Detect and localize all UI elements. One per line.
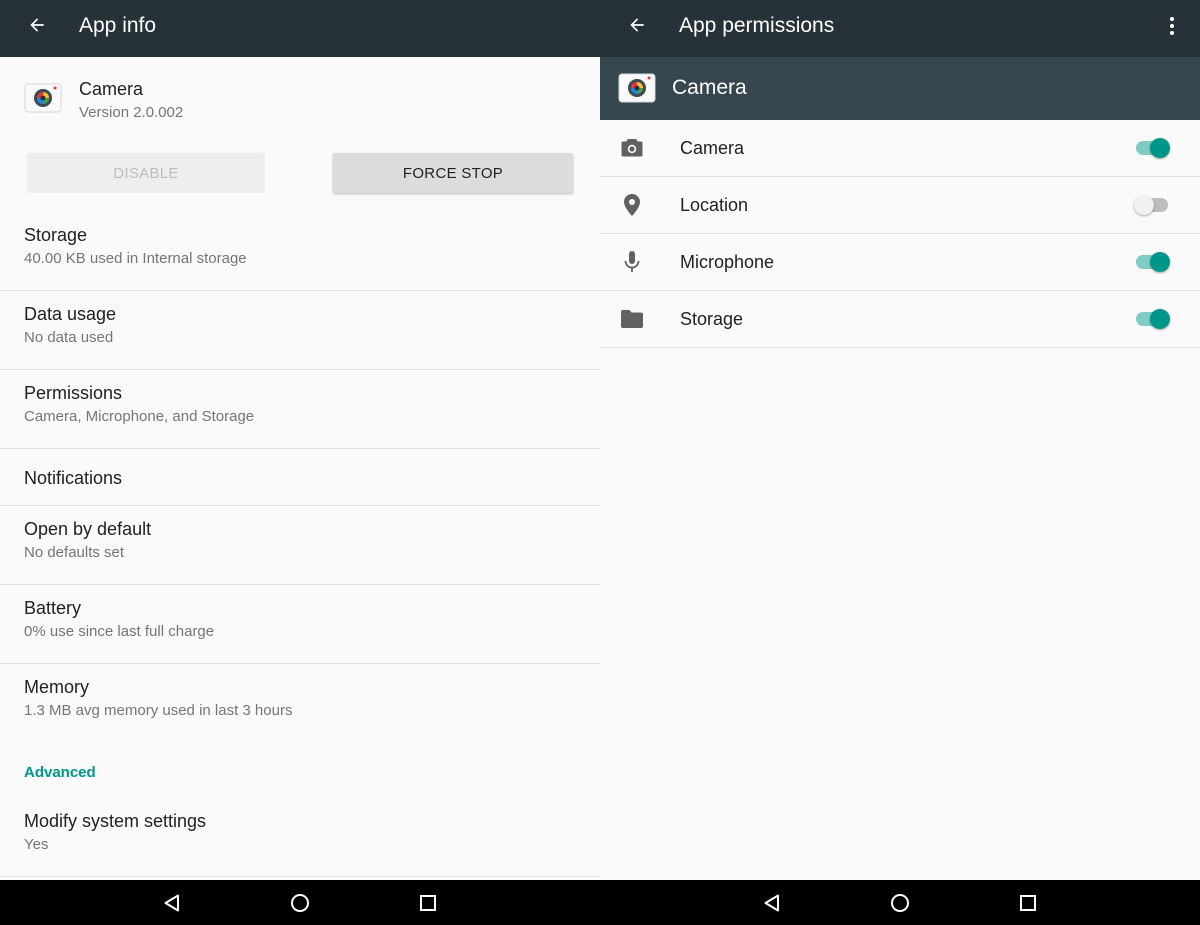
nav-back-triangle-icon bbox=[764, 894, 779, 912]
arrow-back-icon bbox=[30, 18, 44, 32]
permission-toggle-microphone[interactable] bbox=[1136, 252, 1172, 272]
permission-label: Camera bbox=[680, 138, 745, 158]
setting-subtitle: 0% use since last full charge bbox=[24, 623, 215, 640]
app-permissions-appbar: App permissions bbox=[600, 0, 1200, 57]
toggle-thumb bbox=[1150, 309, 1170, 329]
disable-button[interactable]: DISABLE bbox=[27, 153, 265, 193]
setting-title: Open by default bbox=[24, 519, 152, 539]
app-version: Version 2.0.002 bbox=[79, 104, 184, 121]
setting-subtitle: 1.3 MB avg memory used in last 3 hours bbox=[24, 702, 293, 719]
setting-storage[interactable]: Storage 40.00 KB used in Internal storag… bbox=[0, 212, 600, 291]
overflow-menu-button[interactable] bbox=[1162, 12, 1182, 40]
toggle-thumb bbox=[1150, 138, 1170, 158]
camera-app-icon bbox=[24, 83, 62, 113]
permission-row-location[interactable]: Location bbox=[600, 177, 1200, 234]
setting-title: Notifications bbox=[24, 468, 123, 488]
setting-subtitle: Yes bbox=[24, 836, 49, 853]
app-info-screen: App info Camera Version 2.0.002 DISABLE … bbox=[0, 0, 600, 880]
force-stop-button[interactable]: FORCE STOP bbox=[333, 153, 573, 193]
setting-battery[interactable]: Battery 0% use since last full charge bbox=[0, 585, 600, 664]
setting-subtitle: No data used bbox=[24, 329, 114, 346]
setting-title: Permissions bbox=[24, 383, 123, 403]
setting-title: Memory bbox=[24, 677, 90, 697]
nav-home-circle-icon bbox=[891, 894, 909, 912]
app-header: Camera Version 2.0.002 bbox=[0, 57, 600, 147]
permission-row-microphone[interactable]: Microphone bbox=[600, 234, 1200, 291]
setting-open-by-default[interactable]: Open by default No defaults set bbox=[0, 506, 600, 585]
nav-home-button[interactable] bbox=[288, 891, 312, 915]
app-permissions-screen: App permissions Camera Camera Location M… bbox=[600, 0, 1200, 880]
setting-notifications[interactable]: Notifications bbox=[0, 449, 600, 506]
microphone-icon bbox=[620, 250, 644, 274]
back-button[interactable] bbox=[22, 10, 52, 40]
permission-toggle-location[interactable] bbox=[1134, 195, 1172, 215]
toggle-thumb bbox=[1134, 195, 1154, 215]
more-vert-icon bbox=[1170, 17, 1174, 35]
back-button[interactable] bbox=[622, 10, 652, 40]
camera-icon bbox=[620, 136, 644, 160]
permission-label: Location bbox=[680, 195, 749, 215]
permission-row-storage[interactable]: Storage bbox=[600, 291, 1200, 348]
setting-subtitle: 40.00 KB used in Internal storage bbox=[24, 250, 247, 267]
settings-list: Storage 40.00 KB used in Internal storag… bbox=[0, 212, 600, 877]
camera-app-icon bbox=[618, 73, 656, 103]
nav-recents-square-icon bbox=[1020, 895, 1036, 911]
nav-recents-button[interactable] bbox=[416, 891, 440, 915]
nav-home-button[interactable] bbox=[888, 891, 912, 915]
setting-permissions[interactable]: Permissions Camera, Microphone, and Stor… bbox=[0, 370, 600, 449]
setting-data-usage[interactable]: Data usage No data used bbox=[0, 291, 600, 370]
setting-memory[interactable]: Memory 1.3 MB avg memory used in last 3 … bbox=[0, 664, 600, 743]
setting-modify-system-settings[interactable]: Modify system settings Yes bbox=[0, 795, 600, 877]
nav-home-circle-icon bbox=[291, 894, 309, 912]
folder-icon bbox=[620, 307, 644, 331]
page-title: App permissions bbox=[679, 14, 835, 37]
nav-back-button[interactable] bbox=[160, 891, 184, 915]
setting-subtitle: Camera, Microphone, and Storage bbox=[24, 408, 255, 425]
system-navigation-bar bbox=[0, 880, 1200, 925]
setting-title: Battery bbox=[24, 598, 82, 618]
permission-toggle-camera[interactable] bbox=[1136, 138, 1172, 158]
toggle-thumb bbox=[1150, 252, 1170, 272]
permission-label: Microphone bbox=[680, 252, 775, 272]
nav-back-button[interactable] bbox=[760, 891, 784, 915]
nav-recents-button[interactable] bbox=[1016, 891, 1040, 915]
app-name: Camera bbox=[79, 79, 144, 99]
permission-label: Storage bbox=[680, 309, 744, 329]
permission-toggle-storage[interactable] bbox=[1136, 309, 1172, 329]
app-band: Camera bbox=[600, 57, 1200, 120]
location-pin-icon bbox=[620, 193, 644, 217]
setting-title: Data usage bbox=[24, 304, 117, 324]
app-info-appbar: App info bbox=[0, 0, 600, 57]
setting-title: Modify system settings bbox=[24, 811, 207, 831]
app-band-title: Camera bbox=[672, 76, 747, 99]
nav-back-triangle-icon bbox=[164, 894, 179, 912]
setting-subtitle: No defaults set bbox=[24, 544, 125, 561]
page-title: App info bbox=[79, 14, 157, 37]
advanced-section-header: Advanced bbox=[0, 743, 600, 795]
permission-row-camera[interactable]: Camera bbox=[600, 120, 1200, 177]
section-header-label: Advanced bbox=[24, 764, 96, 781]
arrow-back-icon bbox=[630, 18, 644, 32]
nav-recents-square-icon bbox=[420, 895, 436, 911]
setting-title: Storage bbox=[24, 225, 88, 245]
